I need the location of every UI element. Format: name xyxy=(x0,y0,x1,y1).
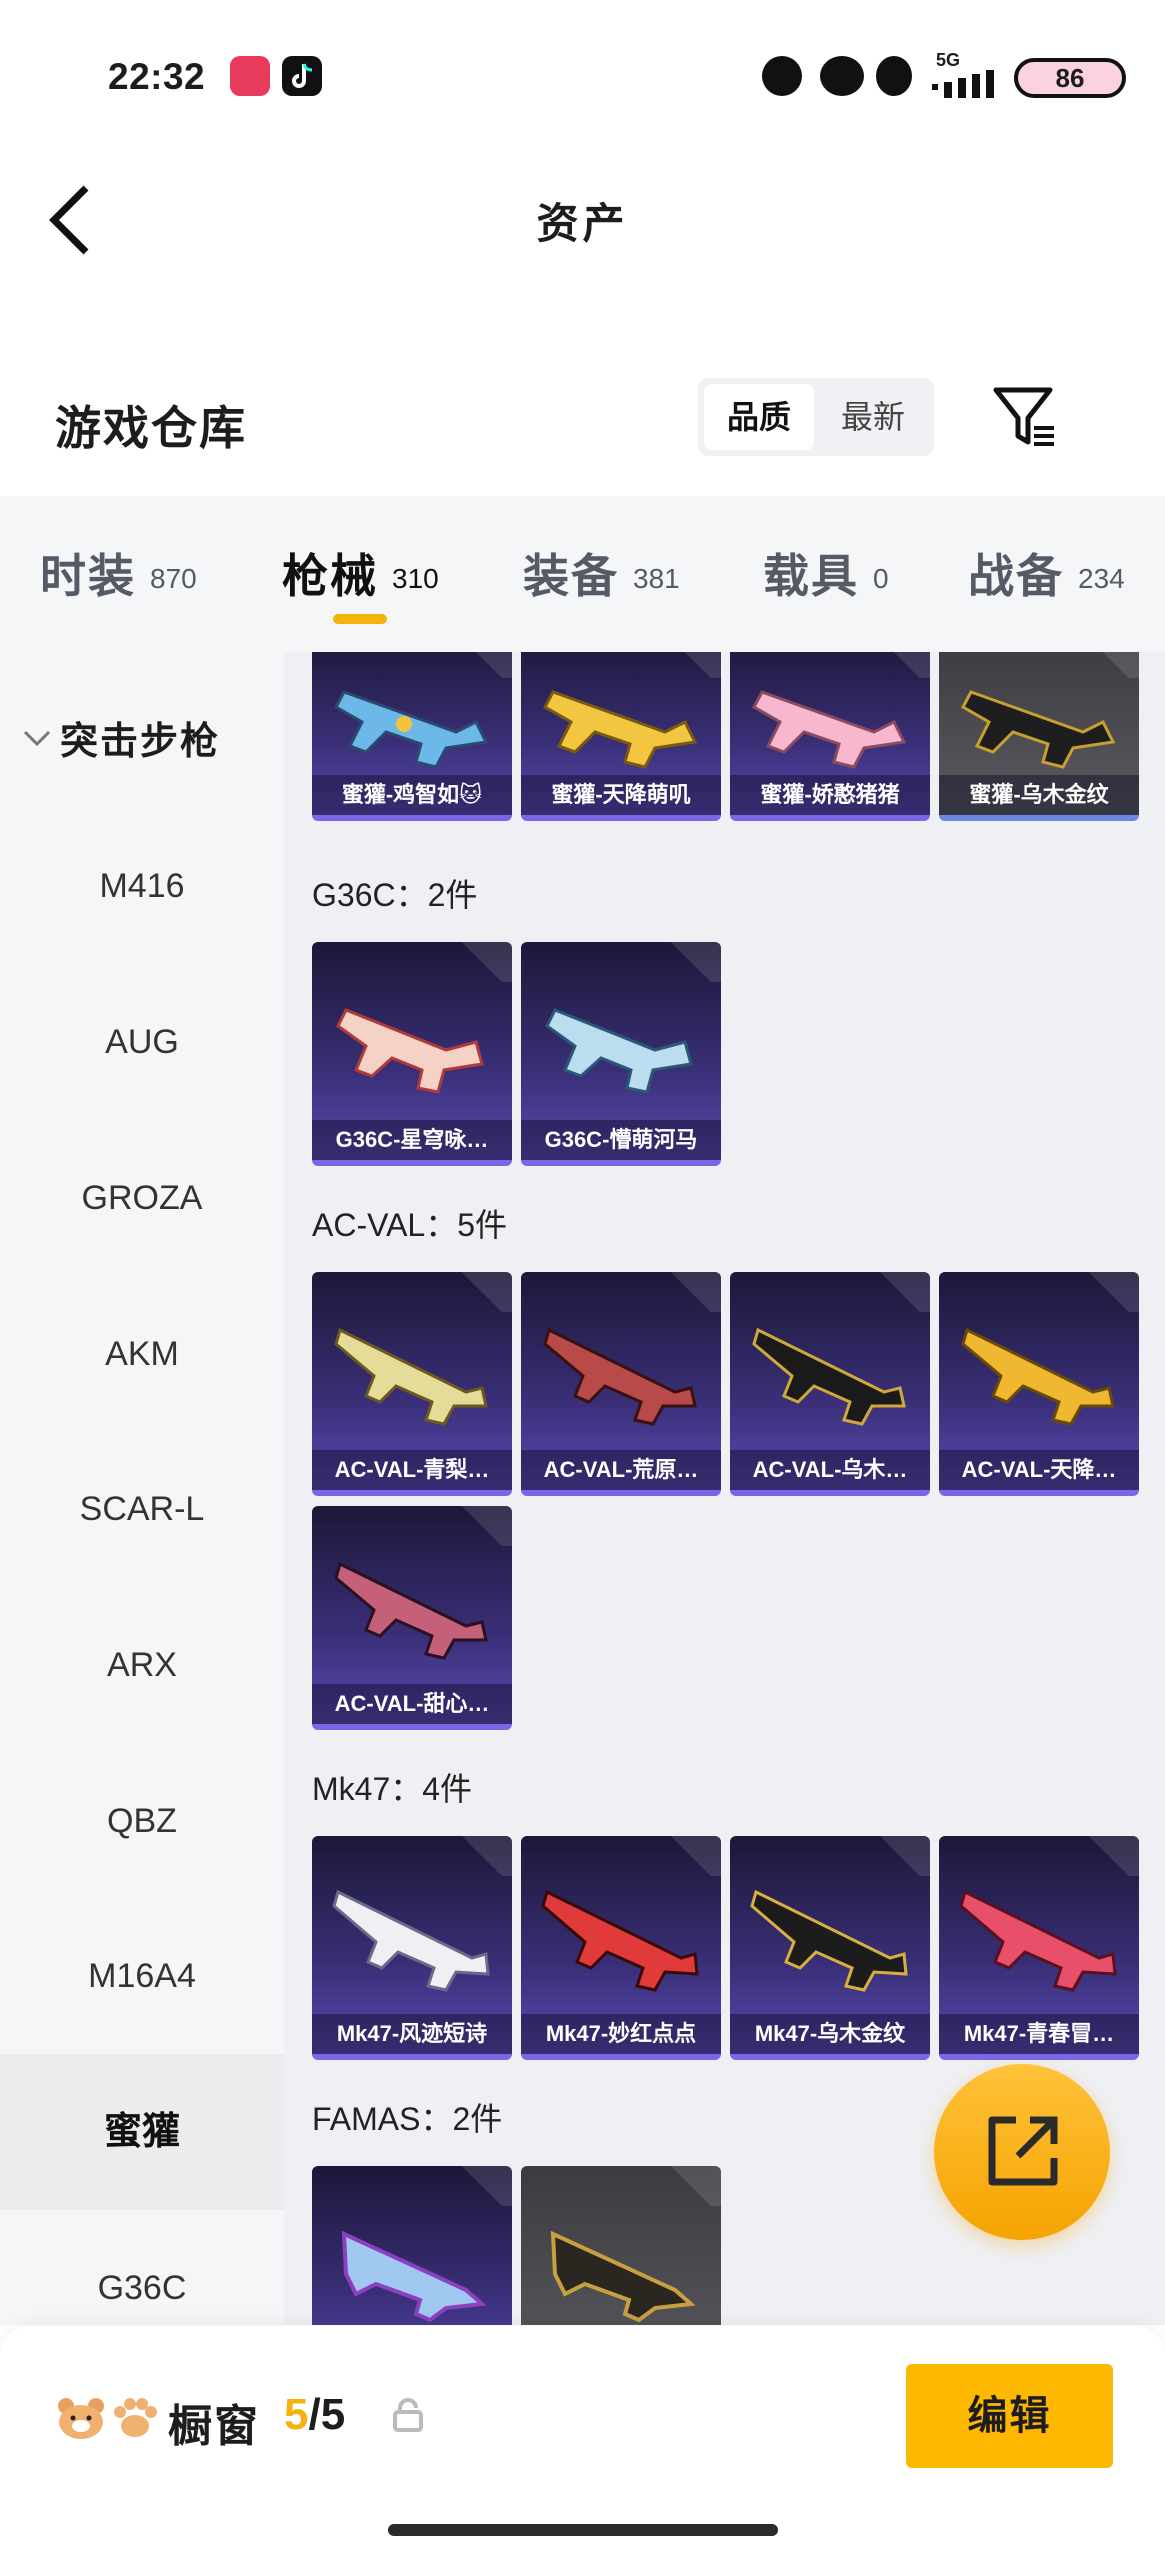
section-title-g36c: G36C：2件 xyxy=(312,877,478,913)
sidebar-item-groza[interactable]: GROZA xyxy=(0,1120,284,1276)
flower-status-icon xyxy=(762,56,802,96)
skin-card[interactable]: AC-VAL-甜心… xyxy=(312,1506,512,1730)
rifle-skin-icon xyxy=(341,2230,487,2323)
bear-status-icon xyxy=(820,56,864,96)
rifle-skin-icon xyxy=(750,1889,908,1992)
sort-latest-option[interactable]: 最新 xyxy=(818,384,928,450)
skin-card[interactable]: Mk47-风迹短诗 xyxy=(312,1836,512,2060)
showcase-label: 橱窗 xyxy=(168,2402,260,2451)
skin-card[interactable]: Mk47-乌木金纹 xyxy=(730,1836,930,2060)
sort-quality-option[interactable]: 品质 xyxy=(704,384,814,450)
rifle-skin-icon xyxy=(960,690,1116,769)
rifle-skin-icon xyxy=(542,690,698,769)
sidebar-item-m16a4[interactable]: M16A4 xyxy=(0,1898,284,2054)
rifle-skin-icon xyxy=(751,690,907,769)
skin-card[interactable] xyxy=(521,2166,721,2325)
sidebar-item-honey-badger[interactable]: 蜜獾 xyxy=(0,2054,284,2210)
douyin-app-icon xyxy=(282,56,322,96)
skin-card[interactable]: AC-VAL-乌木… xyxy=(730,1272,930,1496)
paw-status-icon xyxy=(876,56,912,96)
tab-equipment[interactable]: 装备 381 xyxy=(523,540,680,606)
home-indicator[interactable] xyxy=(388,2524,778,2536)
skin-card[interactable]: AC-VAL-青梨… xyxy=(312,1272,512,1496)
share-button[interactable] xyxy=(934,2064,1110,2240)
sort-toggle: 品质 最新 xyxy=(698,378,934,456)
tab-vehicles[interactable]: 载具 0 xyxy=(763,540,889,606)
skin-card[interactable]: Mk47-青春冒… xyxy=(939,1836,1139,2060)
tab-supplies[interactable]: 战备 234 xyxy=(968,540,1125,606)
rifle-skin-icon xyxy=(543,1327,697,1426)
skin-card[interactable]: Mk47-妙红点点 xyxy=(521,1836,721,2060)
sidebar-item-m416[interactable]: M416 xyxy=(0,808,284,964)
filter-button[interactable] xyxy=(990,382,1060,452)
active-tab-indicator xyxy=(333,614,387,624)
skin-card[interactable]: AC-VAL-天降… xyxy=(939,1272,1139,1496)
lock-icon[interactable] xyxy=(392,2398,424,2432)
tab-fashion[interactable]: 时装 870 xyxy=(40,540,197,606)
rifle-skin-icon xyxy=(332,1889,490,1992)
tab-firearms[interactable]: 枪械 310 xyxy=(282,540,439,606)
rifle-skin-icon xyxy=(550,2230,696,2323)
sidebar-item-aug[interactable]: AUG xyxy=(0,964,284,1120)
section-title-acval: AC-VAL：5件 xyxy=(312,1207,508,1243)
rifle-skin-icon xyxy=(545,1008,693,1094)
section-title-mk47: Mk47：4件 xyxy=(312,1771,473,1807)
skin-card[interactable]: AC-VAL-荒原… xyxy=(521,1272,721,1496)
sidebar-item-g36c[interactable]: G36C xyxy=(0,2210,284,2325)
section-title-famas: FAMAS：2件 xyxy=(312,2101,503,2137)
skin-card[interactable] xyxy=(312,2166,512,2325)
bear-icon xyxy=(58,2398,104,2439)
skin-card[interactable]: G36C-星穹咏… xyxy=(312,942,512,1166)
signal-icon xyxy=(932,70,994,98)
rifle-skin-icon xyxy=(333,690,489,769)
sidebar-item-scar-l[interactable]: SCAR-L xyxy=(0,1431,284,1587)
skin-card[interactable]: 蜜獾-天降萌叽 xyxy=(521,652,721,821)
chevron-down-icon xyxy=(23,730,51,747)
battery-indicator: 86 xyxy=(1014,58,1126,98)
rifle-skin-icon xyxy=(959,1889,1117,1992)
network-type: 5G xyxy=(936,50,961,70)
rifle-skin-icon xyxy=(336,1008,484,1094)
skin-card[interactable]: 蜜獾-乌木金纹 xyxy=(939,652,1139,821)
sidebar-item-akm[interactable]: AKM xyxy=(0,1276,284,1432)
external-link-icon xyxy=(988,2116,1058,2186)
showcase-count: 5/5 xyxy=(284,2390,346,2439)
rifle-skin-icon xyxy=(961,1327,1115,1426)
edit-button[interactable]: 编辑 xyxy=(906,2364,1113,2468)
kuaishou-app-icon xyxy=(230,56,270,96)
weapon-type-sidebar: 突击步枪 M416 AUG GROZA AKM SCAR-L ARX QBZ M… xyxy=(0,652,284,2325)
rifle-skin-icon xyxy=(334,1327,488,1426)
sidebar-category-assault-rifle[interactable]: 突击步枪 xyxy=(22,710,220,765)
warehouse-title: 游戏仓库 xyxy=(55,402,247,454)
filter-icon xyxy=(993,387,1054,446)
skin-card[interactable]: 蜜獾-娇憨猪猪 xyxy=(730,652,930,821)
sidebar-item-qbz[interactable]: QBZ xyxy=(0,1743,284,1899)
sidebar-item-arx[interactable]: ARX xyxy=(0,1587,284,1743)
page-title: 资产 xyxy=(536,200,629,247)
skin-card[interactable]: 蜜獾-鸡智如🐱 xyxy=(312,652,512,821)
paw-icon xyxy=(114,2398,157,2437)
rifle-skin-icon xyxy=(541,1889,699,1992)
skin-card[interactable]: G36C-懵萌河马 xyxy=(521,942,721,1166)
rifle-skin-icon xyxy=(752,1327,906,1426)
status-time: 22:32 xyxy=(108,56,206,97)
rifle-skin-icon xyxy=(334,1561,488,1660)
